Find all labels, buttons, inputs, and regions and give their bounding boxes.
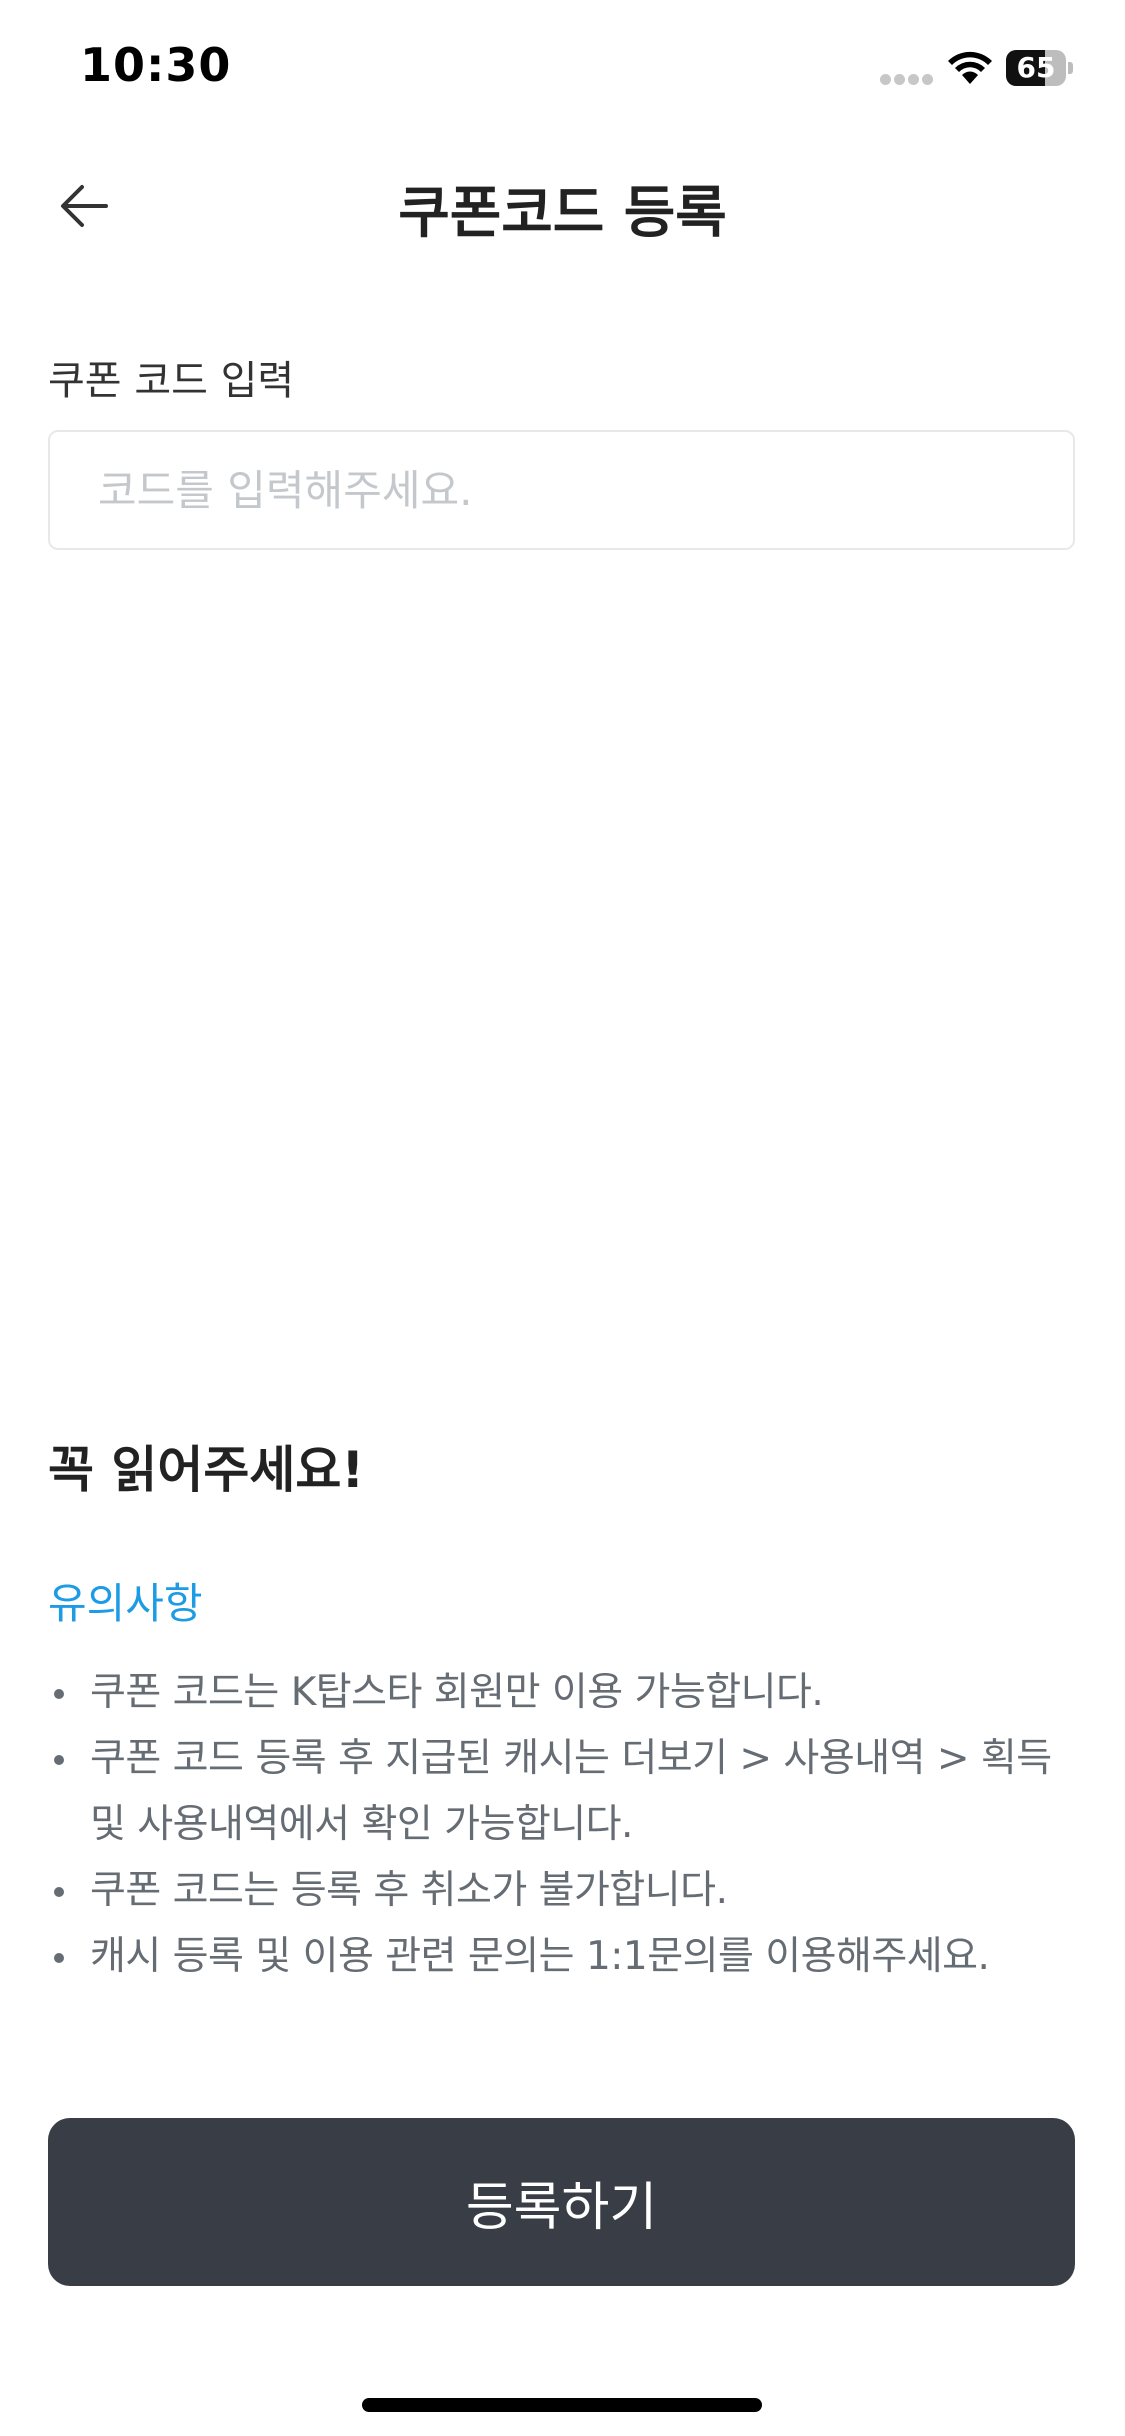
battery-icon: 65 (1006, 50, 1073, 86)
status-bar: 10:30 65 (0, 0, 1125, 140)
home-indicator (362, 2398, 762, 2412)
notice-title: 꼭 읽어주세요! (48, 1441, 365, 1499)
notice-item: 캐시 등록 및 이용 관련 문의는 1:1문의를 이용해주세요. (48, 1924, 1078, 1990)
notice-list: 쿠폰 코드는 K탑스타 회원만 이용 가능합니다. 쿠폰 코드 등록 후 지급된… (48, 1660, 1078, 1990)
register-button[interactable]: 등록하기 (48, 2118, 1075, 2286)
notice-item: 쿠폰 코드 등록 후 지급된 캐시는 더보기 > 사용내역 > 획득 및 사용내… (48, 1726, 1078, 1858)
battery-level: 65 (1016, 51, 1056, 84)
coupon-code-input[interactable] (48, 430, 1075, 550)
header: 쿠폰코드 등록 (0, 140, 1125, 270)
coupon-code-label: 쿠폰 코드 입력 (48, 358, 295, 404)
page-title: 쿠폰코드 등록 (398, 181, 727, 246)
notice-item: 쿠폰 코드는 K탑스타 회원만 이용 가능합니다. (48, 1660, 1078, 1726)
cellular-signal-icon (880, 74, 934, 86)
status-time: 10:30 (80, 38, 232, 92)
notice-subtitle: 유의사항 (48, 1579, 203, 1628)
wifi-icon (946, 50, 994, 86)
notice-item: 쿠폰 코드는 등록 후 취소가 불가합니다. (48, 1858, 1078, 1924)
